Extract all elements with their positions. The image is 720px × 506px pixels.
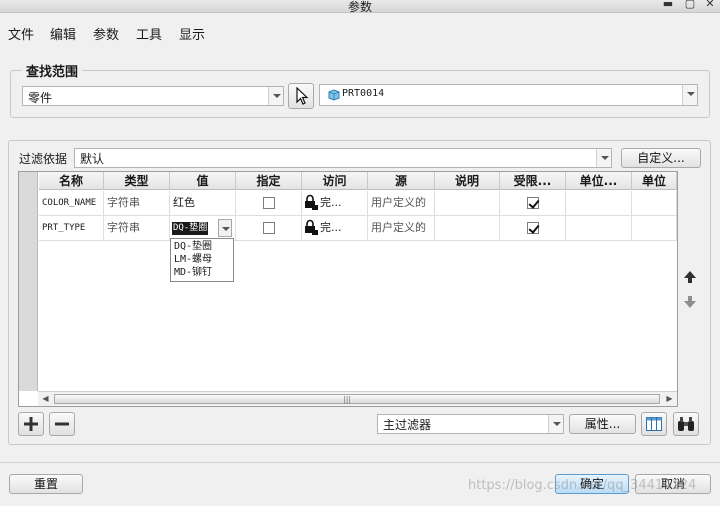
column-header-source[interactable]: 源 [368,172,435,190]
menu-tools[interactable]: 工具 [136,24,162,43]
horizontal-scrollbar[interactable]: ◀ ||| ▶ [38,391,677,406]
minimize-icon[interactable]: ▬ [660,0,676,11]
row-header-column [19,172,38,391]
access-value: 完... [320,221,342,234]
column-header-access[interactable]: 访问 [302,172,368,190]
scroll-left-icon[interactable]: ◀ [38,392,53,406]
cell-description[interactable] [435,216,500,241]
cell-value[interactable]: 红色 [170,191,236,216]
filter-label: 过滤依据 [19,152,68,166]
find-button[interactable] [673,412,699,436]
lock-icon [305,219,318,235]
menu-parameters[interactable]: 参数 [93,24,119,43]
table-icon [646,417,662,431]
chevron-down-icon [682,85,697,105]
window-title: 参数 [347,0,372,14]
column-header-designate[interactable]: 指定 [236,172,302,190]
menu-bar: 文件 编辑 参数 工具 显示 [0,14,720,50]
restricted-checkbox[interactable] [527,197,539,209]
value-dropdown-list: DQ-垫圈 LM-螺母 MD-铆钉 [170,238,234,282]
chevron-down-icon [222,227,230,231]
table-view-button[interactable] [641,412,667,436]
select-pointer-button[interactable] [288,83,314,109]
column-header-unit[interactable]: 单位... [566,172,632,190]
cell-restricted[interactable] [500,191,566,216]
cell-name[interactable]: PRT_TYPE [39,216,104,241]
add-parameter-button[interactable] [18,412,44,436]
scope-object-value: PRT0014 [342,88,385,99]
move-down-icon[interactable] [683,295,697,309]
menu-edit[interactable]: 编辑 [50,24,76,43]
main-filter-value: 主过滤器 [383,418,432,432]
properties-button[interactable]: 属性... [569,414,636,434]
filter-value: 默认 [80,152,105,166]
cell-source[interactable]: 用户定义的 [368,216,435,241]
cell-name[interactable]: COLOR_NAME [39,191,104,216]
cell-designate[interactable] [236,216,302,241]
grip-icon: ||| [343,395,352,404]
menu-display[interactable]: 显示 [179,24,205,43]
restricted-checkbox[interactable] [527,222,539,234]
column-header-name[interactable]: 名称 [39,172,104,190]
dropdown-option[interactable]: LM-螺母 [174,253,212,267]
minus-icon [55,422,69,426]
maximize-icon[interactable]: ▢ [682,0,698,11]
scroll-thumb[interactable]: ||| [54,394,660,404]
chevron-down-icon [268,87,283,105]
scope-legend: 查找范围 [22,61,83,80]
plus-icon [24,417,38,431]
scroll-right-icon[interactable]: ▶ [662,392,677,406]
dropdown-option[interactable]: MD-铆钉 [174,266,212,280]
menu-file[interactable]: 文件 [8,24,34,43]
footer-divider [0,462,720,463]
close-icon[interactable]: ✕ [702,0,718,11]
cell-restricted[interactable] [500,216,566,241]
cell-type[interactable]: 字符串 [104,191,170,216]
cell-designate[interactable] [236,191,302,216]
access-value: 完... [320,196,342,209]
cursor-arrow-icon [296,87,309,105]
scope-object-select[interactable]: PRT0014 [319,84,698,106]
scope-type-value: 零件 [28,91,53,105]
cell-unit-2[interactable] [632,191,677,216]
dropdown-option[interactable]: DQ-垫圈 [174,240,212,254]
part-icon [328,89,340,101]
parameter-table: 名称 类型 值 指定 访问 源 说明 受限... 单位... 单位 COLOR_… [18,171,678,407]
cell-source[interactable]: 用户定义的 [368,191,435,216]
chevron-down-icon [596,149,611,167]
reset-button[interactable]: 重置 [9,474,83,494]
remove-parameter-button[interactable] [49,412,75,436]
cell-access[interactable]: 完... [302,191,368,216]
cell-unit[interactable] [566,191,632,216]
customize-button[interactable]: 自定义... [621,148,701,168]
value-editor-text[interactable]: DQ-垫圈 [172,222,209,235]
column-header-restricted[interactable]: 受限... [500,172,566,190]
cell-access[interactable]: 完... [302,216,368,241]
watermark-text: https://blog.csdn.net/qq_34414124 [468,478,697,493]
scope-type-select[interactable]: 零件 [22,86,284,106]
lock-icon [305,194,318,210]
column-header-value[interactable]: 值 [170,172,236,190]
value-dropdown-button[interactable] [218,219,232,237]
window-titlebar: 参数 ▬ ▢ ✕ [0,0,720,14]
main-filter-select[interactable]: 主过滤器 [377,414,564,434]
column-header-description[interactable]: 说明 [435,172,500,190]
column-header-type[interactable]: 类型 [104,172,170,190]
designate-checkbox[interactable] [263,197,275,209]
cell-unit-2[interactable] [632,216,677,241]
filter-select[interactable]: 默认 [74,148,612,168]
chevron-down-icon [548,415,563,433]
column-header-unit-2[interactable]: 单位 [632,172,677,190]
move-up-icon[interactable] [683,270,697,284]
designate-checkbox[interactable] [263,222,275,234]
binoculars-icon [678,417,694,431]
cell-type[interactable]: 字符串 [104,216,170,241]
cell-unit[interactable] [566,216,632,241]
cell-description[interactable] [435,191,500,216]
